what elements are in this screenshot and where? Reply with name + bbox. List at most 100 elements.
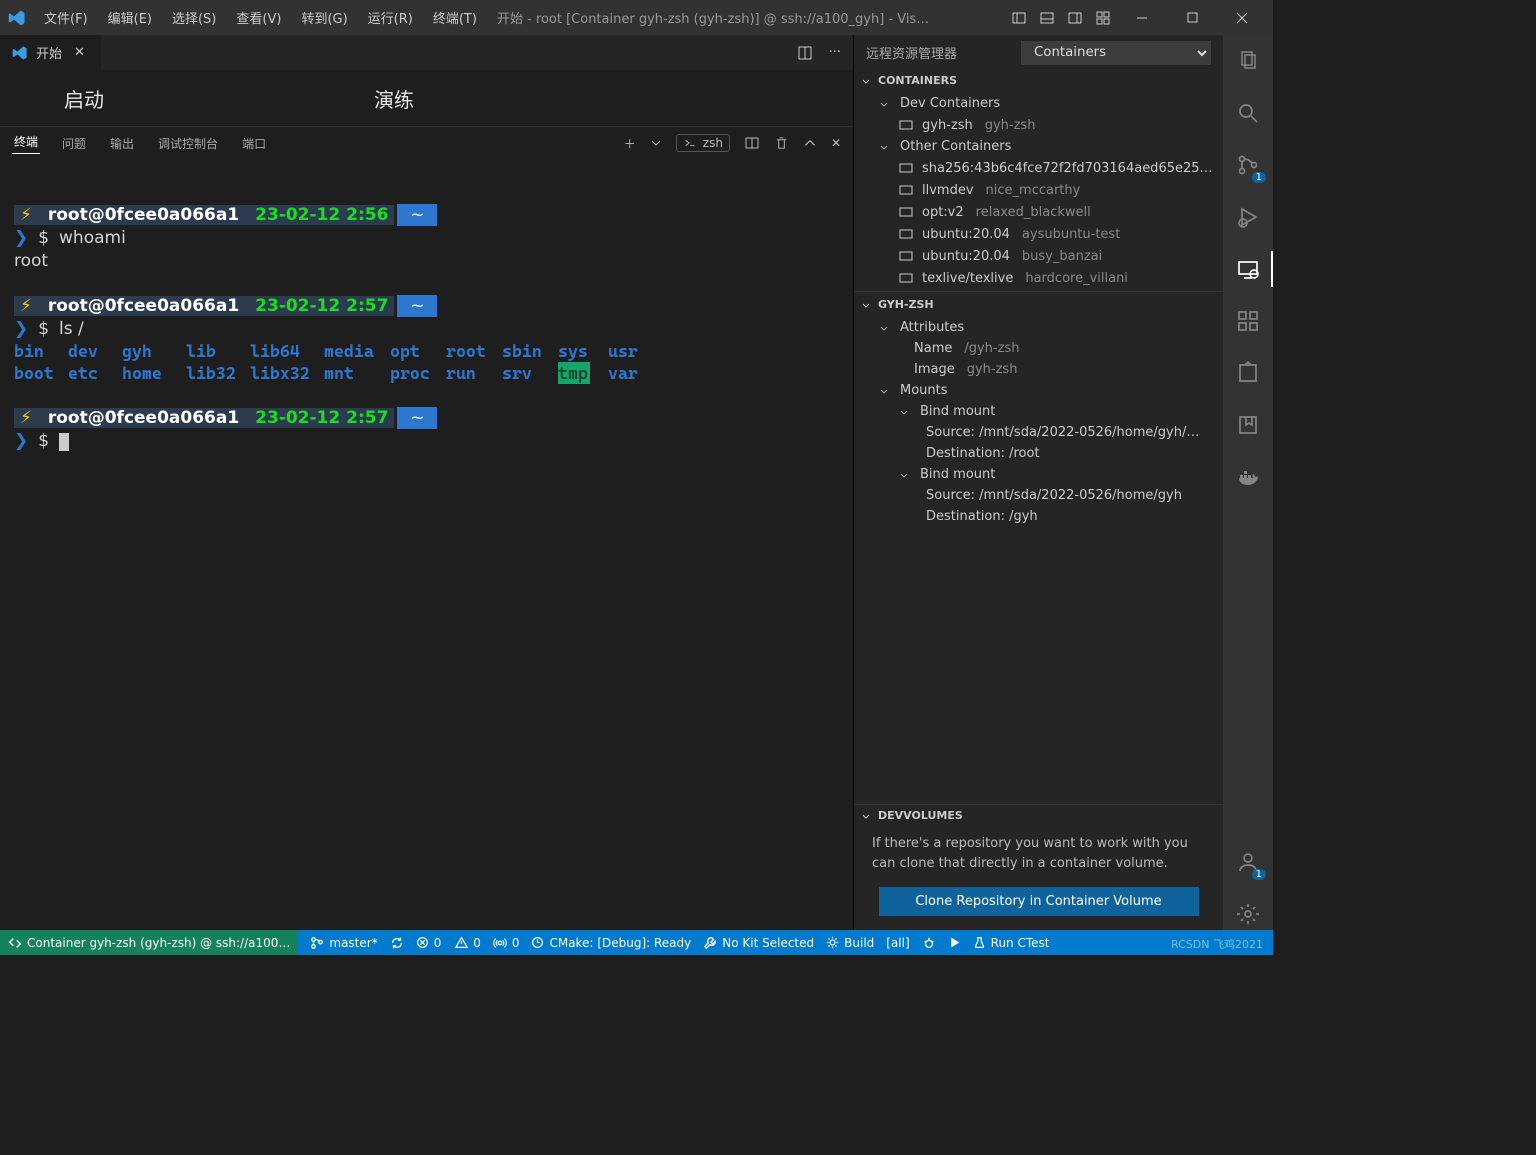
panel-tab-debug[interactable]: 调试控制台: [156, 135, 220, 152]
tab-close-icon[interactable]: ✕: [70, 43, 89, 62]
close-button[interactable]: [1219, 0, 1265, 35]
tab-label: 开始: [36, 43, 62, 62]
panel-tab-ports[interactable]: 端口: [240, 135, 268, 152]
activity-scm-icon[interactable]: 1: [1232, 149, 1264, 181]
status-problems[interactable]: 0 0: [416, 936, 481, 950]
welcome-start: 启动: [64, 84, 104, 113]
container-icon: [898, 270, 914, 286]
terminal-view[interactable]: ⚡ root@0fcee0a066a1 23-02-12 2:56~ ❯ $ w…: [0, 159, 853, 930]
activity-run-icon[interactable]: [1232, 201, 1264, 233]
editor-tabs: 开始 ✕ ···: [0, 35, 853, 70]
panel-tab-problems[interactable]: 问题: [60, 135, 88, 152]
mount-destination: Destination: /gyh: [854, 506, 1223, 527]
close-panel-icon[interactable]: ✕: [831, 136, 841, 150]
container-icon: [898, 182, 914, 198]
menu-goto[interactable]: 转到(G): [293, 4, 355, 31]
container-gyh-zsh[interactable]: gyh-zshgyh-zsh: [854, 114, 1223, 136]
container-item[interactable]: texlive/texlivehardcore_villani: [854, 267, 1223, 289]
attr-name: Name/gyh-zsh: [854, 338, 1223, 359]
maximize-button[interactable]: [1169, 0, 1215, 35]
container-icon: [898, 248, 914, 264]
mount-item[interactable]: Bind mount: [854, 464, 1223, 485]
group-mounts[interactable]: Mounts: [854, 380, 1223, 401]
terminal-cursor: [59, 433, 69, 451]
activity-account-icon[interactable]: 1: [1232, 846, 1264, 878]
terminal-dropdown-icon[interactable]: [650, 137, 662, 149]
layout-right-icon[interactable]: [1063, 6, 1087, 30]
welcome-headings: 启动 演练: [0, 70, 853, 126]
mount-item[interactable]: Bind mount: [854, 401, 1223, 422]
status-build[interactable]: Build: [826, 936, 874, 950]
container-item[interactable]: ubuntu:20.04busy_banzai: [854, 245, 1223, 267]
status-sync[interactable]: [390, 936, 404, 950]
activity-settings-icon[interactable]: [1232, 898, 1264, 930]
status-ports[interactable]: 0: [493, 936, 520, 950]
status-cmake[interactable]: CMake: [Debug]: Ready: [531, 936, 691, 950]
container-icon: [898, 204, 914, 220]
status-branch[interactable]: master*: [310, 936, 377, 950]
remote-explorer-title: 远程资源管理器: [866, 43, 1007, 62]
status-bar: Container gyh-zsh (gyh-zsh) @ ssh://a100…: [0, 930, 1273, 955]
remote-explorer-header: 远程资源管理器 Containers: [854, 35, 1223, 70]
editor-area: 开始 ✕ ··· 启动 演练 终端 问题 输出 调试控制台 端口 ＋: [0, 35, 853, 930]
new-terminal-icon[interactable]: ＋: [624, 135, 636, 152]
container-icon: [898, 226, 914, 242]
layout-customize-icon[interactable]: [1091, 6, 1115, 30]
window-title: 开始 - root [Container gyh-zsh (gyh-zsh)] …: [497, 8, 1003, 27]
panel-tab-terminal[interactable]: 终端: [12, 133, 40, 154]
section-containers[interactable]: CONTAINERS: [854, 70, 1223, 91]
status-remote[interactable]: Container gyh-zsh (gyh-zsh) @ ssh://a100…: [0, 930, 298, 955]
activity-bookmark-icon[interactable]: [1232, 409, 1264, 441]
panel-tab-output[interactable]: 输出: [108, 135, 136, 152]
section-selected-container[interactable]: GYH-ZSH: [854, 291, 1223, 315]
activity-search-icon[interactable]: [1232, 97, 1264, 129]
group-dev-containers[interactable]: Dev Containers: [854, 93, 1223, 114]
kill-terminal-icon[interactable]: [774, 136, 789, 151]
container-icon: [898, 160, 914, 176]
terminal-shell-indicator[interactable]: zsh: [676, 134, 730, 152]
activity-projects-icon[interactable]: [1232, 357, 1264, 389]
activity-extensions-icon[interactable]: [1232, 305, 1264, 337]
container-item[interactable]: opt:v2relaxed_blackwell: [854, 201, 1223, 223]
vscode-logo-icon: [12, 45, 28, 61]
status-build-target[interactable]: [all]: [886, 936, 909, 950]
remote-type-dropdown[interactable]: Containers: [1021, 41, 1211, 65]
clone-in-volume-button[interactable]: Clone Repository in Container Volume: [879, 887, 1199, 916]
menu-view[interactable]: 查看(V): [228, 4, 289, 31]
status-kit[interactable]: No Kit Selected: [703, 936, 814, 950]
more-actions-icon[interactable]: ···: [829, 45, 841, 60]
split-terminal-icon[interactable]: [744, 135, 760, 151]
activity-bar: 1 1: [1223, 35, 1273, 930]
menu-terminal[interactable]: 终端(T): [425, 4, 485, 31]
layout-left-icon[interactable]: [1007, 6, 1031, 30]
split-editor-icon[interactable]: [797, 45, 813, 61]
tab-welcome[interactable]: 开始 ✕: [0, 35, 102, 70]
menu-run[interactable]: 运行(R): [360, 4, 421, 31]
layout-bottom-icon[interactable]: [1035, 6, 1059, 30]
menu-edit[interactable]: 编辑(E): [100, 4, 160, 31]
container-item[interactable]: llvmdevnice_mccarthy: [854, 179, 1223, 201]
status-ctest[interactable]: Run CTest: [973, 936, 1050, 950]
devvolumes-header[interactable]: DEVVOLUMES: [854, 805, 1223, 826]
container-item[interactable]: ubuntu:20.04aysubuntu-test: [854, 223, 1223, 245]
maximize-panel-icon[interactable]: [803, 136, 817, 150]
mount-destination: Destination: /root: [854, 443, 1223, 464]
activity-docker-icon[interactable]: [1232, 461, 1264, 493]
menu-select[interactable]: 选择(S): [164, 4, 224, 31]
section-devvolumes: DEVVOLUMES If there's a repository you w…: [854, 804, 1223, 930]
menu-file[interactable]: 文件(F): [36, 4, 96, 31]
group-attributes[interactable]: Attributes: [854, 317, 1223, 338]
panel-tabbar: 终端 问题 输出 调试控制台 端口 ＋ zsh ✕: [0, 126, 853, 159]
group-other-containers[interactable]: Other Containers: [854, 136, 1223, 157]
activity-explorer-icon[interactable]: [1232, 45, 1264, 77]
mount-source: Source: /mnt/sda/2022-0526/home/gyh: [854, 485, 1223, 506]
status-run-icon[interactable]: [948, 936, 961, 949]
activity-remote-icon[interactable]: [1232, 253, 1264, 285]
remote-explorer-panel: 远程资源管理器 Containers CONTAINERS Dev Contai…: [853, 35, 1223, 930]
status-debug-icon[interactable]: [922, 936, 936, 950]
watermark: RCSDN 飞鸡2021: [1171, 936, 1263, 952]
attr-image: Imagegyh-zsh: [854, 359, 1223, 380]
minimize-button[interactable]: [1119, 0, 1165, 35]
container-item[interactable]: sha256:43b6c4fce72f2fd703164aed65e25…: [854, 157, 1223, 179]
mount-source: Source: /mnt/sda/2022-0526/home/gyh/…: [854, 422, 1223, 443]
